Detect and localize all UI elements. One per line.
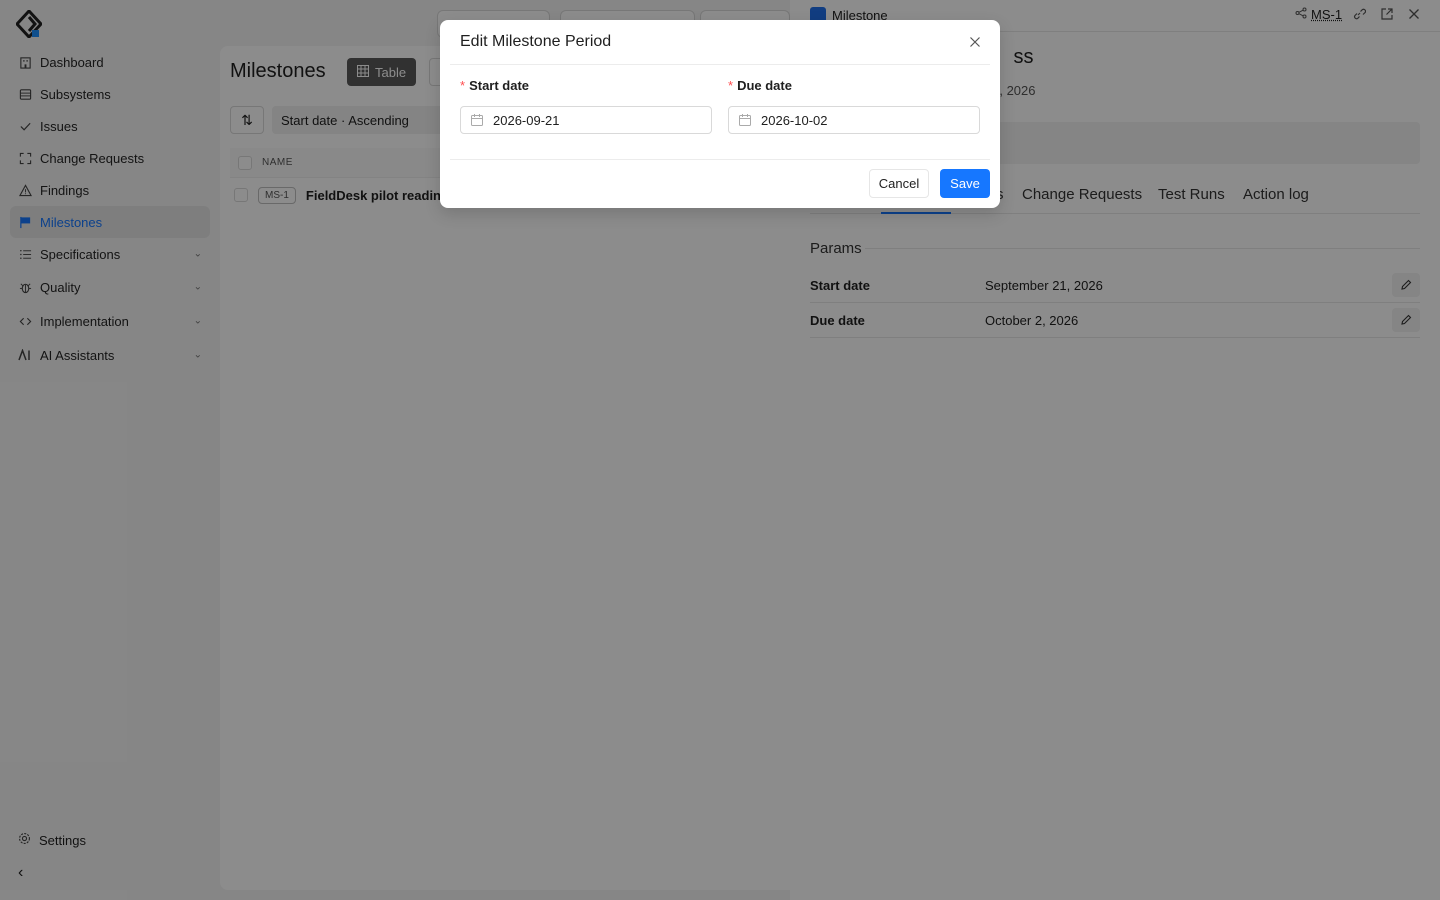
- required-mark: *: [460, 78, 466, 93]
- edit-milestone-period-modal: Edit Milestone Period * Start date 2026-0…: [440, 20, 1000, 208]
- start-date-label-text: Start date: [469, 78, 530, 93]
- due-date-label-text: Due date: [737, 78, 792, 93]
- due-date-value: 2026-10-02: [761, 112, 828, 128]
- calendar-icon: [471, 114, 483, 126]
- due-date-label: * Due date: [728, 78, 980, 96]
- required-mark: *: [728, 78, 734, 93]
- due-date-field: * Due date 2026-10-02: [728, 78, 980, 134]
- close-icon[interactable]: [966, 33, 984, 51]
- due-date-input[interactable]: 2026-10-02: [728, 106, 980, 134]
- divider: [450, 159, 990, 160]
- start-date-field: * Start date 2026-09-21: [460, 78, 712, 134]
- divider: [450, 64, 990, 65]
- modal-title: Edit Milestone Period: [460, 33, 612, 50]
- save-button[interactable]: Save: [940, 169, 990, 198]
- start-date-value: 2026-09-21: [493, 112, 560, 128]
- calendar-icon: [739, 114, 751, 126]
- start-date-label: * Start date: [460, 78, 712, 96]
- cancel-button[interactable]: Cancel: [869, 169, 929, 198]
- start-date-input[interactable]: 2026-09-21: [460, 106, 712, 134]
